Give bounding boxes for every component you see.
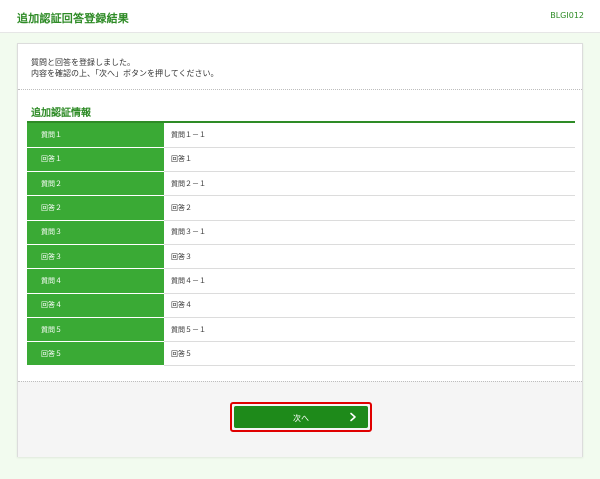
action-area: 次へ (18, 381, 582, 457)
row-label: 回答４ (27, 293, 164, 318)
row-label: 回答５ (27, 341, 164, 367)
top-bar: 追加認証回答登録結果 BLGI012 (0, 0, 600, 33)
row-label: 質問４ (27, 268, 164, 294)
section-title: 追加認証情報 (31, 108, 91, 119)
message-line-2: 内容を確認の上、「次へ」ボタンを押してください。 (31, 69, 219, 78)
table-row: 回答１ 回答１ (27, 147, 575, 173)
result-card: 質問と回答を登録しました。 内容を確認の上、「次へ」ボタンを押してください。 追… (17, 43, 583, 457)
row-value: 質問１－１ (164, 123, 575, 148)
row-label: 質問５ (27, 317, 164, 343)
row-label: 質問３ (27, 220, 164, 245)
row-label: 質問２ (27, 171, 164, 197)
row-value: 回答２ (164, 195, 575, 221)
row-value: 質問３－１ (164, 220, 575, 245)
divider (18, 89, 582, 90)
row-value: 質問２－１ (164, 171, 575, 197)
table-row: 質問５ 質問５－１ (27, 317, 575, 343)
screen-id: BLGI012 (550, 11, 584, 20)
next-button-highlight: 次へ (230, 402, 372, 432)
row-value: 回答５ (164, 341, 575, 367)
table-row: 質問１ 質問１－１ (27, 123, 575, 148)
table-row: 回答５ 回答５ (27, 341, 575, 367)
chevron-right-icon (350, 412, 356, 422)
instruction-message: 質問と回答を登録しました。 内容を確認の上、「次へ」ボタンを押してください。 (31, 57, 219, 79)
auth-info-table: 質問１ 質問１－１ 回答１ 回答１ 質問２ 質問２－１ 回答２ 回答２ 質問３ … (27, 123, 575, 367)
row-label: 回答２ (27, 195, 164, 221)
row-label: 回答３ (27, 244, 164, 270)
row-value: 回答４ (164, 293, 575, 318)
row-value: 質問４－１ (164, 268, 575, 294)
table-row: 質問３ 質問３－１ (27, 220, 575, 245)
row-value: 回答１ (164, 147, 575, 173)
table-row: 回答３ 回答３ (27, 244, 575, 270)
table-row: 質問４ 質問４－１ (27, 268, 575, 294)
row-label: 質問１ (27, 123, 164, 148)
next-button[interactable]: 次へ (234, 406, 368, 428)
page-title: 追加認証回答登録結果 (17, 12, 129, 25)
row-value: 質問５－１ (164, 317, 575, 343)
table-row: 回答２ 回答２ (27, 195, 575, 221)
row-value: 回答３ (164, 244, 575, 270)
row-label: 回答１ (27, 147, 164, 173)
table-row: 回答４ 回答４ (27, 293, 575, 318)
table-row: 質問２ 質問２－１ (27, 171, 575, 197)
message-line-1: 質問と回答を登録しました。 (31, 58, 135, 67)
